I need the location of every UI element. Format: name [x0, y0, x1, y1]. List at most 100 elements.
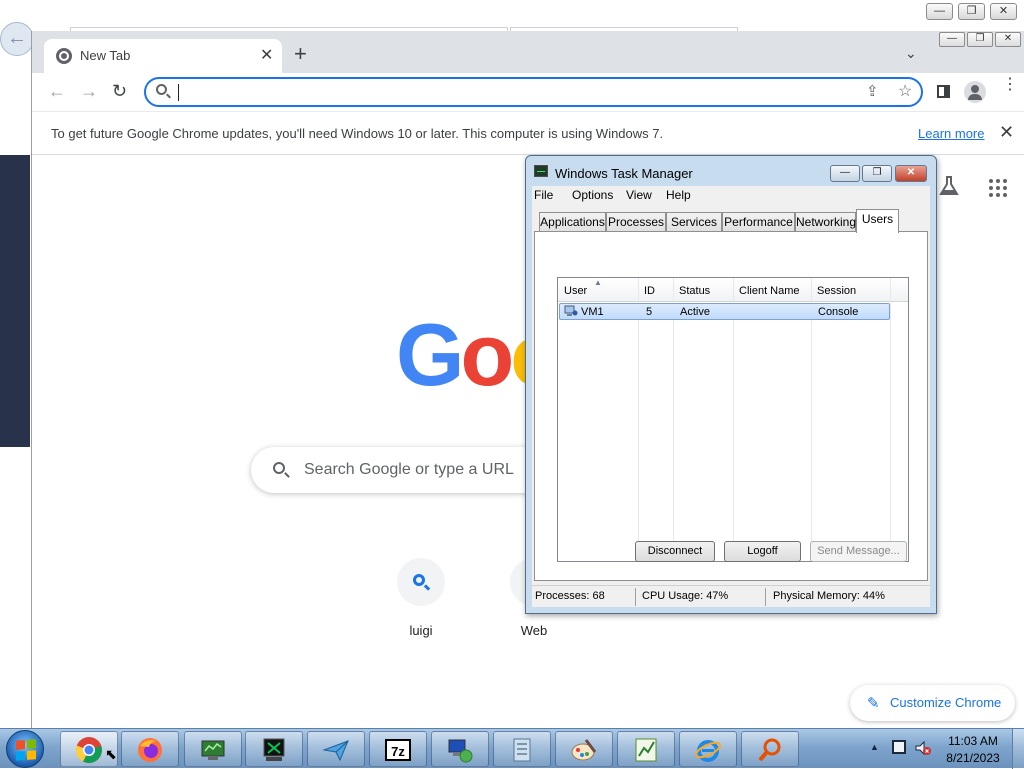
logo-letter: G: [396, 305, 464, 404]
windows-logo-icon: [16, 739, 36, 761]
tab-applications[interactable]: Applications: [539, 212, 606, 232]
share-icon[interactable]: ⇪: [866, 82, 879, 100]
column-session[interactable]: Session: [817, 285, 856, 297]
disconnect-button[interactable]: Disconnect: [635, 541, 715, 562]
infobar-message: To get future Google Chrome updates, you…: [51, 126, 664, 141]
taskbar-magnifier[interactable]: [741, 731, 799, 767]
logoff-button[interactable]: Logoff: [724, 541, 801, 562]
infobar-close-icon[interactable]: ✕: [999, 122, 1014, 143]
taskbar-monitor-app[interactable]: [184, 731, 242, 767]
user-computer-icon: [564, 305, 578, 316]
background-sidebar: [0, 155, 30, 447]
volume-muted-icon[interactable]: [915, 740, 931, 756]
background-close-button[interactable]: ✕: [990, 3, 1017, 20]
task-manager-title: Windows Task Manager: [555, 166, 693, 181]
chrome-restore-button[interactable]: ❐: [967, 32, 993, 47]
sort-ascending-icon: ▲: [594, 278, 602, 287]
taskbar-terminal[interactable]: [245, 731, 303, 767]
side-panel-icon[interactable]: [937, 85, 950, 98]
status-processes: Processes: 68: [535, 590, 605, 602]
tab-users[interactable]: Users: [856, 209, 899, 233]
new-tab-button[interactable]: +: [294, 43, 307, 65]
column-separator[interactable]: [638, 278, 639, 561]
forward-icon[interactable]: →: [80, 81, 98, 101]
column-separator[interactable]: [890, 278, 891, 561]
shortcut-luigi[interactable]: [397, 558, 445, 606]
tab-processes[interactable]: Processes: [606, 212, 666, 232]
ntp-search-placeholder: Search Google or type a URL: [304, 461, 514, 478]
menu-options[interactable]: Options: [572, 188, 613, 202]
taskbar-spreadsheet[interactable]: [617, 731, 675, 767]
address-bar[interactable]: ⇪ ☆: [144, 77, 923, 107]
taskbar-internet-explorer[interactable]: [679, 731, 737, 767]
google-apps-icon[interactable]: [989, 179, 1007, 197]
taskbar: ⬉ 7z ▲ 11:03 AM 8/21/2023: [0, 728, 1024, 769]
task-manager-window[interactable]: Windows Task Manager — ❐ ✕ File Options …: [525, 155, 937, 614]
tm-minimize-button[interactable]: —: [830, 165, 860, 182]
svg-text:7z: 7z: [391, 744, 405, 759]
tm-maximize-button[interactable]: ❐: [862, 165, 892, 182]
network-tray-icon[interactable]: [892, 740, 906, 754]
taskbar-paint[interactable]: [555, 731, 613, 767]
profile-avatar-icon[interactable]: [964, 81, 986, 103]
more-menu-icon[interactable]: ⋮: [1002, 77, 1018, 93]
taskbar-document[interactable]: [493, 731, 551, 767]
task-manager-body: File Options View Help Applications Proc…: [532, 186, 930, 607]
taskbar-firefox[interactable]: [121, 731, 179, 767]
spreadsheet-icon: [635, 738, 657, 762]
cell-session: Console: [818, 306, 859, 318]
chrome-close-button[interactable]: ✕: [995, 32, 1021, 47]
tab-networking[interactable]: Networking: [795, 212, 856, 232]
back-arrow-icon[interactable]: ←: [0, 22, 34, 56]
shortcut-label[interactable]: luigi: [381, 623, 461, 638]
background-maximize-button[interactable]: ❐: [958, 3, 985, 20]
taskbar-chrome[interactable]: ⬉: [60, 731, 118, 767]
start-button[interactable]: [6, 730, 44, 768]
clock-time[interactable]: 11:03 AM: [948, 734, 998, 748]
labs-flask-icon[interactable]: [938, 175, 960, 197]
table-row[interactable]: VM1 5 Active Console: [559, 303, 890, 320]
chrome-minimize-button[interactable]: —: [939, 32, 965, 47]
send-message-button[interactable]: Send Message...: [810, 541, 907, 562]
tab-performance[interactable]: Performance: [722, 212, 795, 232]
reload-icon[interactable]: ↻: [112, 81, 127, 101]
cell-id: 5: [646, 306, 653, 318]
users-list[interactable]: ▲ User ID Status Client Name Session VM1…: [557, 277, 909, 562]
menu-help[interactable]: Help: [666, 188, 691, 202]
bookmark-star-icon[interactable]: ☆: [898, 81, 912, 101]
column-id[interactable]: ID: [644, 285, 655, 297]
column-separator[interactable]: [811, 278, 812, 561]
column-status[interactable]: Status: [679, 285, 710, 297]
taskbar-paper-plane[interactable]: [307, 731, 365, 767]
tab-search-chevron-icon[interactable]: ⌄: [905, 45, 917, 62]
shortcut-label[interactable]: Web: [494, 623, 574, 638]
taskbar-network-computer[interactable]: [431, 731, 489, 767]
status-memory: Physical Memory: 44%: [773, 590, 885, 602]
omnibox-input[interactable]: [184, 82, 844, 102]
column-separator[interactable]: [673, 278, 674, 561]
tab-services[interactable]: Services: [666, 212, 722, 232]
customize-chrome-button[interactable]: ✎ Customize Chrome: [850, 685, 1015, 721]
back-icon[interactable]: ←: [48, 81, 66, 101]
terminal-icon: [263, 738, 285, 761]
background-minimize-button[interactable]: —: [926, 3, 953, 20]
paper-plane-icon: [322, 740, 349, 762]
show-desktop-button[interactable]: [1012, 729, 1024, 769]
learn-more-link[interactable]: Learn more: [918, 126, 984, 141]
menu-view[interactable]: View: [626, 188, 652, 202]
column-separator[interactable]: [733, 278, 734, 561]
column-client-name[interactable]: Client Name: [739, 285, 800, 297]
users-panel: ▲ User ID Status Client Name Session VM1…: [534, 231, 928, 581]
tab-new-tab[interactable]: New Tab ✕: [44, 39, 282, 73]
document-icon: [513, 738, 531, 762]
show-hidden-icons-icon[interactable]: ▲: [870, 742, 879, 752]
internet-explorer-icon: [695, 740, 721, 762]
tab-close-icon[interactable]: ✕: [260, 45, 273, 65]
clock-date[interactable]: 8/21/2023: [944, 751, 1002, 765]
column-user[interactable]: User: [564, 285, 587, 297]
chrome-icon: [75, 737, 102, 763]
tm-close-button[interactable]: ✕: [895, 165, 927, 182]
firefox-icon: [138, 738, 162, 762]
menu-file[interactable]: File: [534, 188, 553, 202]
taskbar-7zip[interactable]: 7z: [369, 731, 427, 767]
